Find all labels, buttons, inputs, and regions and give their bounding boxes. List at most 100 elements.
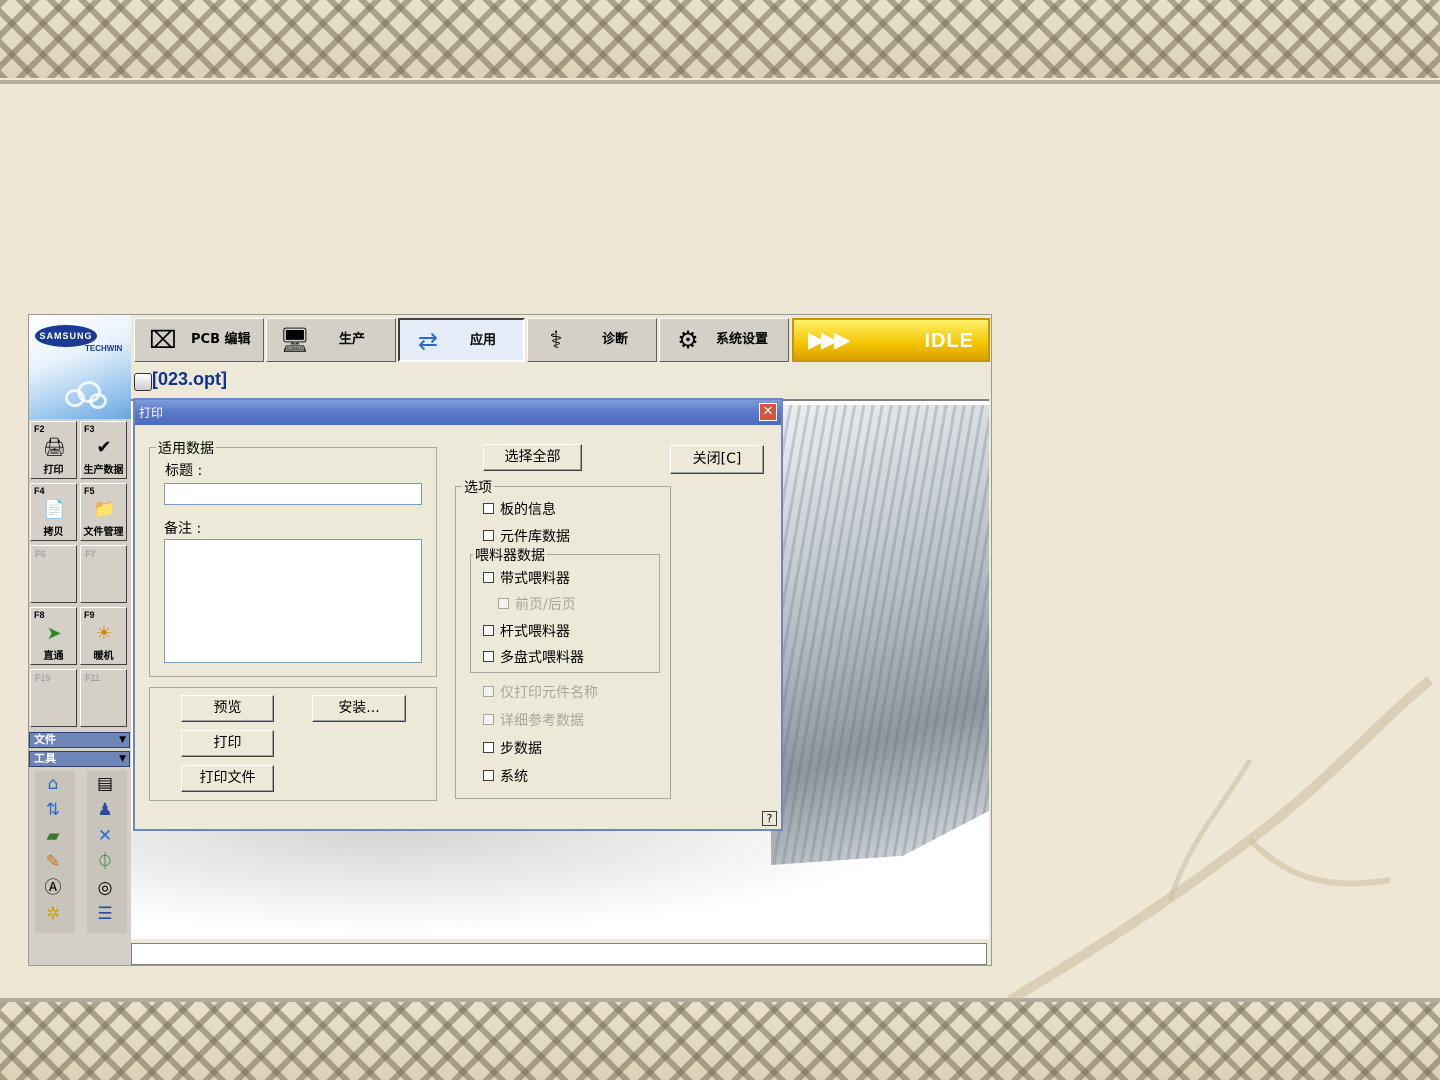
print-file-button[interactable]: 打印文件 — [181, 765, 274, 792]
fkey-label: 文件管理 — [83, 527, 124, 538]
feeder-data-group: 喂料器数据 带式喂料器 前页/后页 杆式喂料器 多盘式喂料器 — [470, 545, 660, 673]
dropdown-arrow-icon: ▼ — [119, 735, 126, 745]
bottom-decorative-border — [0, 1002, 1440, 1080]
fkey-key: F5 — [84, 486, 95, 496]
person-icon[interactable]: ♟ — [93, 799, 117, 821]
print-name-only-checkbox: 仅打印元件名称 — [483, 682, 598, 702]
menu-file[interactable]: 文件 ▼ — [29, 732, 130, 748]
fkey-key: F3 — [84, 424, 95, 434]
fkey-f6: F6 — [30, 545, 77, 603]
menu-tools-label: 工具 — [34, 752, 56, 765]
note-label: 备注 : — [164, 521, 202, 537]
file-indicator-icon — [134, 373, 152, 391]
fkey-label: 拷贝 — [43, 527, 64, 538]
status-indicator: ▶▶▶ IDLE — [792, 318, 990, 362]
auto-icon[interactable]: Ⓐ — [41, 877, 65, 899]
tray-feeder-checkbox[interactable]: 多盘式喂料器 — [483, 647, 584, 667]
fkey-f11: F11 — [80, 669, 127, 727]
tab-label: 诊断 — [602, 332, 629, 347]
cylinder-icon[interactable]: ⏀ — [93, 851, 117, 873]
help-icon[interactable]: ? — [762, 811, 777, 826]
status-bar — [131, 943, 987, 965]
front-rear-checkbox: 前页/后页 — [498, 594, 576, 614]
system-settings-icon: ⚙ — [677, 326, 699, 354]
tab-production[interactable]: 🖥 生产 — [266, 318, 396, 362]
reference-icon[interactable]: ⇅ — [41, 799, 65, 821]
warmup-icon: ☀ — [95, 623, 113, 644]
fkey-key: F2 — [34, 424, 45, 434]
fkey-key: F8 — [34, 610, 45, 620]
fkey-f2-print[interactable]: F2 🖨 打印 — [30, 421, 77, 479]
fkey-key: F9 — [84, 610, 95, 620]
fkey-key: F11 — [84, 672, 100, 682]
tab-label: 应用 — [470, 333, 497, 348]
fkey-f4-copy[interactable]: F4 📄 拷贝 — [30, 483, 77, 541]
close-icon[interactable]: ✕ — [759, 403, 777, 421]
dialog-title-bar: 打印 ✕ — [135, 400, 781, 425]
pencil-icon[interactable]: ✎ — [41, 851, 65, 873]
file-bar: [023.opt] — [131, 365, 791, 395]
tab-pcb-edit[interactable]: ⌧ PCB 编辑 — [134, 318, 264, 362]
stick-feeder-checkbox[interactable]: 杆式喂料器 — [483, 621, 570, 641]
fkey-f5-file-manager[interactable]: F5 📁 文件管理 — [80, 483, 127, 541]
step-data-checkbox[interactable]: 步数据 — [483, 738, 542, 758]
file-name: [023.opt] — [152, 369, 228, 389]
note-textarea[interactable] — [164, 539, 422, 663]
samsung-techwin-logo: SAMSUNG TECHWIN — [29, 315, 131, 419]
options-group: 选项 板的信息 元件库数据 喂料器数据 带式喂料器 前页/后页 杆式喂料器 多盘… — [455, 477, 671, 799]
top-decorative-border — [0, 0, 1440, 78]
fkey-label: 生产数据 — [83, 465, 124, 476]
tab-system-settings[interactable]: ⚙ 系统设置 — [659, 318, 789, 362]
fkey-label: 打印 — [43, 465, 64, 476]
application-icon: ⇄ — [417, 327, 439, 355]
component-lib-checkbox[interactable]: 元件库数据 — [483, 526, 570, 546]
tab-label: PCB 编辑 — [191, 332, 251, 347]
fkey-key: F4 — [34, 486, 45, 496]
tab-application[interactable]: ⇄ 应用 — [398, 318, 525, 362]
fkey-label: 暖机 — [93, 651, 114, 662]
status-text: IDLE — [924, 330, 974, 352]
close-button[interactable]: 关闭[C] — [670, 445, 764, 474]
options-legend: 选项 — [462, 477, 494, 497]
title-input[interactable] — [164, 483, 422, 505]
select-all-button[interactable]: 选择全部 — [483, 444, 582, 471]
pcb-edit-icon: ⌧ — [149, 326, 177, 354]
fkey-label: 直通 — [43, 651, 64, 662]
fkey-f10: F10 — [30, 669, 77, 727]
fkey-key: F7 — [84, 548, 95, 558]
board-info-checkbox[interactable]: 板的信息 — [483, 499, 556, 519]
fkey-f9-warmup[interactable]: F9 ☀ 暖机 — [80, 607, 127, 665]
system-checkbox[interactable]: 系统 — [483, 766, 528, 786]
left-panel: SAMSUNG TECHWIN F2 🖨 打印 F3 ✔ 生产数据 F4 📄 拷… — [29, 315, 131, 965]
fkey-key: F10 — [34, 672, 50, 682]
gear-icon[interactable]: ✲ — [41, 903, 65, 925]
window-icon[interactable]: ▤ — [93, 773, 117, 795]
preview-button[interactable]: 预览 — [181, 695, 274, 722]
title-label: 标题 : — [165, 463, 203, 479]
logo-sub: TECHWIN — [85, 344, 123, 353]
fkey-f7: F7 — [80, 545, 127, 603]
fkey-f8-pass-through[interactable]: F8 ➤ 直通 — [30, 607, 77, 665]
copy-icon: 📄 — [43, 499, 66, 520]
home-icon[interactable]: ⌂ — [41, 773, 65, 795]
list-icon[interactable]: ☰ — [93, 903, 117, 925]
production-data-icon: ✔ — [96, 437, 112, 458]
menu-file-label: 文件 — [34, 733, 56, 746]
menu-tools[interactable]: 工具 ▼ — [29, 751, 130, 767]
print-button[interactable]: 打印 — [181, 730, 274, 757]
tape-feeder-checkbox[interactable]: 带式喂料器 — [483, 568, 570, 588]
fkey-f3-production-data[interactable]: F3 ✔ 生产数据 — [80, 421, 127, 479]
top-border-line — [0, 80, 1440, 84]
production-icon: 🖥 — [279, 326, 311, 354]
print-dialog: 打印 ✕ 适用数据 标题 : 备注 : 预览 安装... 打印 打印文件 选择全… — [133, 398, 783, 831]
tab-diagnosis[interactable]: ⚕ 诊断 — [527, 318, 657, 362]
play-arrows-icon: ▶▶▶ — [808, 328, 851, 353]
axis-icon[interactable]: ✕ — [93, 825, 117, 847]
fkey-key: F6 — [34, 548, 45, 558]
film-icon[interactable]: ◎ — [93, 877, 117, 899]
setup-button[interactable]: 安装... — [312, 695, 406, 722]
diagnosis-icon: ⚕ — [549, 326, 563, 354]
swoosh-graphic — [131, 831, 989, 939]
pass-through-icon: ➤ — [46, 623, 62, 644]
board-icon[interactable]: ▰ — [41, 825, 65, 847]
